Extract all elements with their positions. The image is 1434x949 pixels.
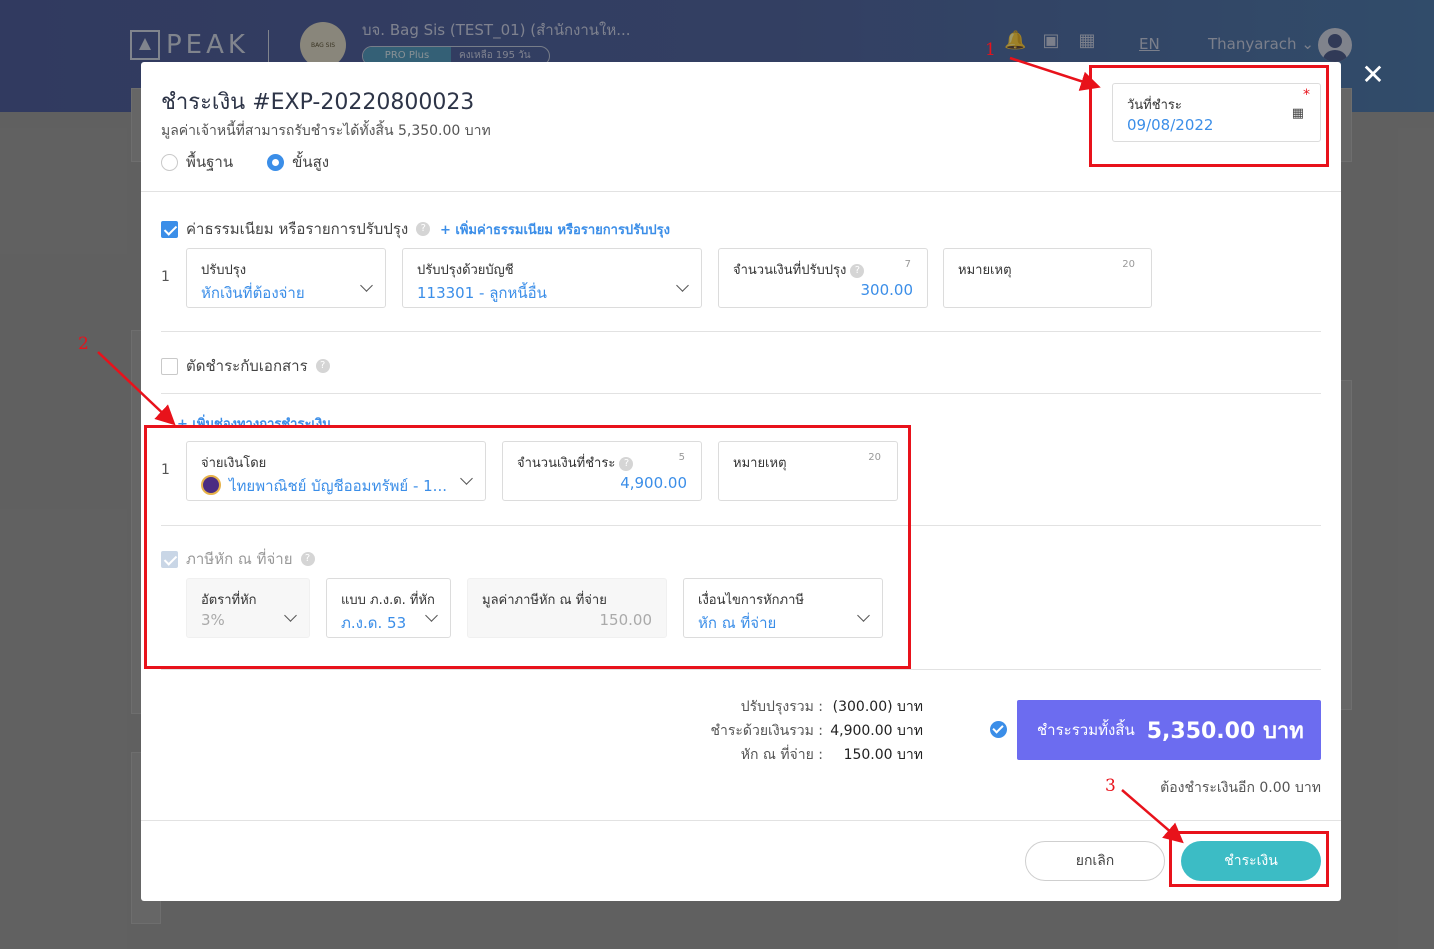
mode-basic-radio[interactable]: พื้นฐาน — [161, 150, 233, 174]
divider — [161, 331, 1321, 332]
annotation-number-3: 3 — [1105, 776, 1116, 796]
adjust-type-label: ปรับปรุง — [201, 263, 247, 278]
total-label: ชำระรวมทั้งสิ้น — [1037, 721, 1135, 739]
adjust-account-value: 113301 - ลูกหนี้อื่น — [417, 284, 547, 302]
annotation-box-3 — [1169, 831, 1329, 887]
help-icon[interactable]: ? — [315, 359, 330, 373]
fees-label: ค่าธรรมเนียม หรือรายการปรับปรุง — [186, 220, 409, 238]
match-doc-checkbox[interactable]: ตัดชำระกับเอกสาร ? — [161, 354, 330, 378]
annotation-box-1 — [1089, 65, 1329, 167]
adjust-account-label: ปรับปรุงด้วยบัญชี — [417, 263, 514, 278]
total-value: 5,350.00 บาท — [1146, 718, 1304, 744]
char-count: 7 — [904, 259, 911, 270]
divider — [141, 820, 1341, 821]
adjust-account-select[interactable]: ปรับปรุงด้วยบัญชี 113301 - ลูกหนี้อื่น — [402, 248, 702, 308]
divider — [161, 393, 1321, 394]
annotation-number-1: 1 — [985, 40, 996, 60]
adjust-amount-label-text: จำนวนเงินที่ปรับปรุง — [733, 263, 847, 278]
adjust-amount-value: 300.00 — [860, 281, 914, 299]
check-circle-icon — [990, 721, 1007, 738]
adjust-amount-input[interactable]: จำนวนเงินที่ปรับปรุง ? 7 300.00 — [718, 248, 928, 308]
summary-paid-value: 4,900.00 บาท — [830, 723, 923, 739]
remaining-amount: ต้องชำระเงินอีก 0.00 บาท — [1160, 780, 1321, 796]
help-icon[interactable]: ? — [416, 222, 431, 236]
fees-checkbox[interactable]: ค่าธรรมเนียม หรือรายการปรับปรุง ? — [161, 217, 431, 241]
mode-advanced-label: ขั้นสูง — [292, 153, 330, 171]
checkbox-checked-icon — [161, 220, 178, 238]
annotation-box-2 — [144, 425, 911, 669]
help-icon[interactable]: ? — [850, 263, 865, 278]
total-amount-box: ชำระรวมทั้งสิ้น 5,350.00 บาท — [1017, 700, 1321, 760]
mode-basic-label: พื้นฐาน — [186, 153, 234, 171]
chevron-down-icon — [676, 279, 689, 292]
radio-off-icon — [161, 153, 178, 171]
close-icon[interactable]: ✕ — [1358, 58, 1388, 92]
fee-note-input[interactable]: หมายเหตุ 20 — [943, 248, 1152, 308]
adjust-type-select[interactable]: ปรับปรุง หักเงินที่ต้องจ่าย — [186, 248, 386, 308]
divider — [141, 191, 1341, 192]
adjust-type-value: หักเงินที่ต้องจ่าย — [201, 284, 305, 302]
cancel-button[interactable]: ยกเลิก — [1025, 841, 1165, 881]
mode-advanced-radio[interactable]: ขั้นสูง — [267, 150, 329, 174]
summary-adjust-label: ปรับปรุงรวม : — [740, 699, 823, 715]
annotation-number-2: 2 — [78, 334, 89, 354]
fee-row-number: 1 — [161, 269, 170, 285]
modal-subtitle: มูลค่าเจ้าหนี้ที่สามารถรับชำระได้ทั้งสิ้… — [161, 123, 491, 139]
checkbox-unchecked-icon — [161, 357, 178, 375]
summary-wht-value: 150.00 บาท — [843, 747, 923, 763]
char-count: 20 — [1122, 259, 1135, 270]
summary-adjust-value: (300.00) บาท — [832, 699, 923, 715]
radio-on-icon — [267, 153, 285, 171]
summary-paid-label: ชำระด้วยเงินรวม : — [710, 723, 823, 739]
fee-note-label: หมายเหตุ — [958, 263, 1012, 278]
chevron-down-icon — [360, 279, 373, 292]
modal-title: ชำระเงิน #EXP-20220800023 — [161, 90, 475, 115]
match-doc-label: ตัดชำระกับเอกสาร — [186, 357, 308, 375]
summary-wht-label: หัก ณ ที่จ่าย : — [740, 747, 823, 763]
add-fee-link[interactable]: + เพิ่มค่าธรรมเนียม หรือรายการปรับปรุง — [440, 219, 670, 240]
adjust-amount-label: จำนวนเงินที่ปรับปรุง ? — [733, 259, 865, 280]
divider — [161, 669, 1321, 670]
